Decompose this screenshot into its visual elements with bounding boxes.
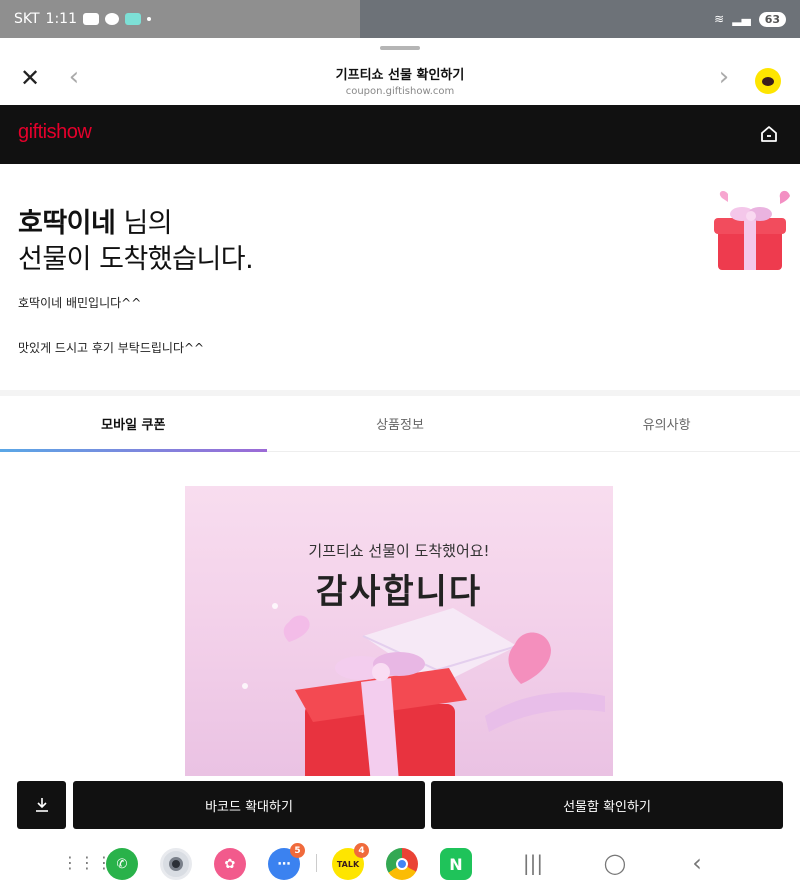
content-tabs: 모바일 쿠폰 상품정보 유의사항 [0,396,800,452]
close-icon[interactable]: ✕ [18,66,42,90]
status-bar-left: SKT 1:11 [0,0,360,38]
naver-label: N [449,854,463,874]
status-bar-right: ≋ ▂▄ 63 [360,0,800,38]
app-drawer-icon[interactable]: ⋮⋮⋮ [62,850,112,876]
in-app-browser-sheet: ✕ ‹ 기프티쇼 선물 확인하기 coupon.giftishow.com › … [0,38,800,888]
browser-url: coupon.giftishow.com [345,86,455,97]
signal-icon: ▂▄ [732,12,751,26]
status-bar: SKT 1:11 ≋ ▂▄ 63 [0,0,800,38]
enlarge-barcode-button[interactable]: 바코드 확대하기 [73,781,425,829]
camera-app-icon[interactable] [160,848,192,880]
action-bar: 바코드 확대하기 선물함 확인하기 [0,778,800,829]
browser-title: 기프티쇼 선물 확인하기 [335,68,465,83]
app-notification-icon [125,13,141,25]
kakaotalk-app-icon[interactable]: TALK 4 [332,843,369,880]
check-giftbox-button[interactable]: 선물함 확인하기 [431,781,783,829]
messages-app-icon[interactable]: ⋯ 5 [268,843,305,880]
sender-name: 호딱이네 [18,208,116,239]
naver-app-icon[interactable]: N [440,848,472,880]
phone-app-icon[interactable]: ✆ [106,848,138,880]
kakaotalk-badge: 4 [354,843,369,858]
more-notifications-icon [147,17,151,21]
gift-message-line1: 호딱이네 배민입니다^^ [18,296,142,310]
sheet-drag-handle[interactable] [380,46,420,50]
home-button-icon[interactable]: ◯ [602,850,628,876]
kakaotalk-share-icon[interactable] [755,68,781,94]
greeting-suffix: 님의 [115,208,173,239]
forward-icon[interactable]: › [712,64,736,90]
gift-box-illustration [714,190,790,270]
greeting-heading: 호딱이네 님의 선물이 도착했습니다. [18,206,254,278]
giftishow-logo[interactable]: giftishow [18,121,92,144]
back-icon[interactable]: ‹ [62,64,86,90]
gallery-app-icon[interactable]: ✿ [214,848,246,880]
coupon-card: 기프티쇼 선물이 도착했어요! 감사합니다 [185,486,613,776]
browser-toolbar: ✕ ‹ 기프티쇼 선물 확인하기 coupon.giftishow.com › [0,52,800,106]
chrome-app-icon[interactable] [386,848,418,880]
greeting-line2: 선물이 도착했습니다. [18,244,254,275]
coupon-gift-illustration [242,603,605,776]
youtube-notification-icon [83,13,99,25]
download-icon [35,798,48,812]
clock: 1:11 [45,11,77,27]
tab-mobile-coupon[interactable]: 모바일 쿠폰 [0,396,267,452]
gift-message-line2: 맛있게 드시고 후기 부탁드립니다^^ [18,341,205,355]
tab-notice[interactable]: 유의사항 [533,396,800,451]
home-icon[interactable] [759,124,779,144]
system-dock: ⋮⋮⋮ ✆ ✿ ⋯ 5 TALK 4 N ||| ◯ ‹ [0,834,800,888]
messages-badge: 5 [290,843,305,858]
message-notification-icon [105,13,119,25]
coupon-subtitle: 기프티쇼 선물이 도착했어요! [308,542,490,560]
wifi-icon: ≋ [714,12,725,26]
kakaotalk-label: TALK [336,859,360,869]
tab-product-info[interactable]: 상품정보 [267,396,534,451]
back-button-icon[interactable]: ‹ [684,850,710,876]
dock-separator [316,854,317,872]
site-header: giftishow [0,105,800,164]
battery-indicator: 63 [758,11,786,27]
carrier-label: SKT [14,11,40,27]
recent-apps-icon[interactable]: ||| [520,850,546,876]
download-button[interactable] [17,781,66,829]
